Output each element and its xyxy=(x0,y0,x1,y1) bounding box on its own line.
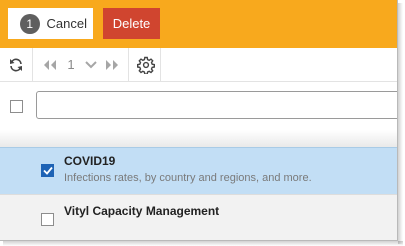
search-row xyxy=(0,82,397,130)
window-shadow xyxy=(3,241,403,246)
last-page-button[interactable] xyxy=(102,48,122,81)
toolbar-divider xyxy=(128,48,129,81)
page-dropdown-button[interactable] xyxy=(82,48,100,81)
window-shadow xyxy=(398,3,403,244)
cancel-button[interactable]: 1 Cancel xyxy=(8,8,93,39)
cancel-label: Cancel xyxy=(46,16,87,31)
toolbar-divider xyxy=(160,48,161,81)
selection-action-bar: 1 Cancel Delete xyxy=(0,0,397,48)
selected-count-badge: 1 xyxy=(20,13,40,34)
select-all-checkbox[interactable] xyxy=(10,100,23,113)
item-title: COVID19 xyxy=(64,154,116,168)
list-item[interactable]: COVID19 Infections rates, by country and… xyxy=(0,147,397,194)
page-number-wrap: 1 xyxy=(64,48,78,81)
app-window: 1 Cancel Delete 1 COVID19 Infections rat… xyxy=(0,0,398,241)
chevron-down-icon xyxy=(85,60,97,68)
list-header-gradient xyxy=(0,130,397,147)
row-checkbox[interactable] xyxy=(41,213,54,226)
settings-button[interactable] xyxy=(132,48,160,81)
gear-icon xyxy=(137,56,155,74)
item-description: Infections rates, by country and regions… xyxy=(64,172,312,184)
row-checkbox-checked[interactable] xyxy=(41,164,54,177)
first-page-button[interactable] xyxy=(40,48,60,81)
item-title: Vityl Capacity Management xyxy=(64,204,220,218)
refresh-button[interactable] xyxy=(0,48,32,81)
delete-button[interactable]: Delete xyxy=(103,8,160,39)
page-number: 1 xyxy=(67,57,75,72)
checkmark-icon xyxy=(42,166,53,175)
refresh-icon xyxy=(10,58,22,71)
toolbar-divider xyxy=(32,48,33,81)
list-item[interactable]: Vityl Capacity Management xyxy=(0,194,397,240)
first-page-icon xyxy=(44,59,56,70)
toolbar: 1 xyxy=(0,48,397,82)
search-input[interactable] xyxy=(36,91,397,119)
last-page-icon xyxy=(106,59,118,70)
